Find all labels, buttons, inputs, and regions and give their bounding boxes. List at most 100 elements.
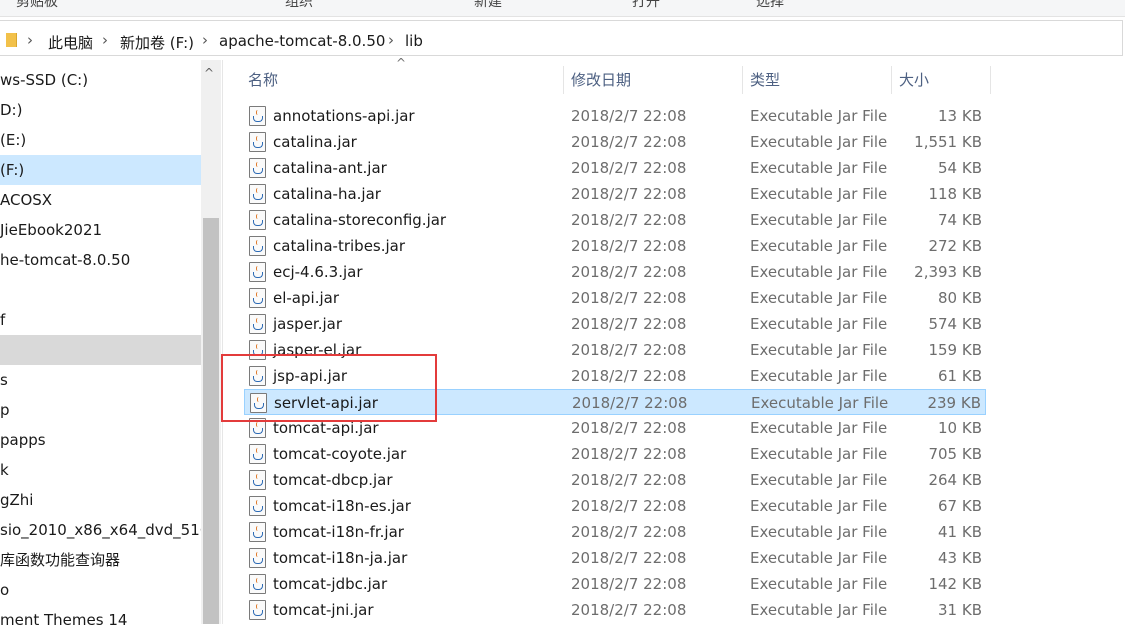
ribbon-new-label: 新建 [474, 0, 502, 10]
column-header-name[interactable]: 名称 [248, 64, 278, 96]
ribbon-select-label: 选择 [756, 0, 784, 10]
nav-item[interactable]: ACOSX [0, 185, 201, 215]
navigation-pane[interactable]: ws-SSD (C:) D:) (E:) (F:) ACOSX JieEbook2021 h… [0, 60, 223, 629]
column-header-size[interactable]: 大小 [899, 64, 929, 96]
nav-item[interactable]: s [0, 365, 201, 395]
scroll-thumb[interactable] [203, 218, 219, 624]
file-row[interactable]: catalina-tribes.jar 2018/2/7 22:08 Executa… [244, 233, 986, 259]
nav-item[interactable]: f [0, 305, 201, 335]
file-row[interactable]: tomcat-i18n-es.jar 2018/2/7 22:08 Executab… [244, 493, 986, 519]
file-size: 159 KB [928, 341, 982, 359]
java-jar-icon [249, 470, 266, 490]
file-size: 272 KB [928, 237, 982, 255]
java-jar-icon [249, 184, 266, 204]
file-row[interactable]: tomcat-jni.jar 2018/2/7 22:08 Executable J… [244, 597, 986, 623]
breadcrumb-this-pc[interactable]: 此电脑 [48, 32, 93, 53]
breadcrumb-separator[interactable]: › [202, 31, 208, 49]
ribbon-open-label: 打开 [632, 0, 660, 10]
nav-item[interactable]: (F:) [0, 155, 201, 185]
scroll-up-icon[interactable]: ^ [204, 66, 214, 80]
breadcrumb-separator[interactable]: › [27, 31, 33, 49]
nav-item[interactable]: (E:) [0, 125, 201, 155]
file-name: tomcat-jni.jar [273, 601, 374, 619]
file-name: tomcat-coyote.jar [273, 445, 407, 463]
file-name: el-api.jar [273, 289, 339, 307]
nav-item[interactable]: sio_2010_x86_x64_dvd_5163 [0, 515, 201, 545]
java-jar-icon [249, 548, 266, 568]
nav-scrollbar[interactable]: ^ [201, 60, 221, 624]
file-name: catalina.jar [273, 133, 357, 151]
file-row[interactable]: catalina-ant.jar 2018/2/7 22:08 Executable… [244, 155, 986, 181]
file-size: 31 KB [938, 601, 982, 619]
file-size: 705 KB [928, 445, 982, 463]
file-name: catalina-tribes.jar [273, 237, 406, 255]
file-date: 2018/2/7 22:08 [571, 367, 687, 385]
java-jar-icon [249, 236, 266, 256]
column-divider[interactable] [563, 66, 564, 94]
folder-icon [6, 33, 17, 47]
nav-item[interactable]: ws-SSD (C:) [0, 65, 201, 95]
nav-item[interactable]: JieEbook2021 [0, 215, 201, 245]
sort-ascending-icon: ^ [396, 56, 407, 70]
file-name: tomcat-i18n-es.jar [273, 497, 411, 515]
file-date: 2018/2/7 22:08 [571, 289, 687, 307]
java-jar-icon [249, 496, 266, 516]
file-row[interactable]: tomcat-i18n-ja.jar 2018/2/7 22:08 Executab… [244, 545, 986, 571]
java-jar-icon [249, 106, 266, 126]
nav-item[interactable]: he-tomcat-8.0.50 [0, 245, 201, 275]
file-date: 2018/2/7 22:08 [571, 497, 687, 515]
nav-item[interactable]: k [0, 455, 201, 485]
file-row[interactable]: el-api.jar 2018/2/7 22:08 Executable Jar F… [244, 285, 986, 311]
breadcrumb-separator[interactable]: › [388, 31, 394, 49]
file-row[interactable]: catalina-storeconfig.jar 2018/2/7 22:08 Ex… [244, 207, 986, 233]
file-row[interactable]: jasper.jar 2018/2/7 22:08 Executable Jar F… [244, 311, 986, 337]
breadcrumb-lib[interactable]: lib [405, 32, 423, 50]
file-date: 2018/2/7 22:08 [571, 133, 687, 151]
file-date: 2018/2/7 22:08 [571, 523, 687, 541]
file-size: 574 KB [928, 315, 982, 333]
file-name: tomcat-i18n-fr.jar [273, 523, 404, 541]
file-size: 264 KB [928, 471, 982, 489]
java-jar-icon [249, 262, 266, 282]
file-row[interactable]: annotations-api.jar 2018/2/7 22:08 Executa… [244, 103, 986, 129]
nav-item[interactable] [0, 275, 201, 305]
file-name: tomcat-dbcp.jar [273, 471, 393, 489]
nav-item[interactable]: 库函数功能查询器 [0, 545, 201, 575]
column-divider[interactable] [891, 66, 892, 94]
column-header-type[interactable]: 类型 [750, 64, 780, 96]
column-header-date[interactable]: 修改日期 [571, 64, 631, 96]
file-row[interactable]: tomcat-coyote.jar 2018/2/7 22:08 Executabl… [244, 441, 986, 467]
address-box[interactable]: › 此电脑 › 新加卷 (F:) › apache-tomcat-8.0.50 … [0, 20, 1123, 56]
file-date: 2018/2/7 22:08 [571, 107, 687, 125]
java-jar-icon [249, 314, 266, 334]
nav-item[interactable]: o [0, 575, 201, 605]
breadcrumb-tomcat[interactable]: apache-tomcat-8.0.50 [219, 32, 385, 50]
file-row[interactable]: tomcat-i18n-fr.jar 2018/2/7 22:08 Executab… [244, 519, 986, 545]
file-row[interactable]: ecj-4.6.3.jar 2018/2/7 22:08 Executable Ja… [244, 259, 986, 285]
breadcrumb-separator[interactable]: › [102, 31, 108, 49]
breadcrumb-drive-f[interactable]: 新加卷 (F:) [120, 32, 194, 53]
file-name: annotations-api.jar [273, 107, 415, 125]
file-name: catalina-storeconfig.jar [273, 211, 447, 229]
nav-item[interactable]: gZhi [0, 485, 201, 515]
nav-item[interactable]: papps [0, 425, 201, 455]
nav-item[interactable]: p [0, 395, 201, 425]
file-row[interactable]: catalina.jar 2018/2/7 22:08 Executable Jar… [244, 129, 986, 155]
file-size: 1,551 KB [914, 133, 982, 151]
file-size: 41 KB [938, 523, 982, 541]
column-divider[interactable] [990, 66, 991, 94]
file-date: 2018/2/7 22:08 [571, 549, 687, 567]
file-date: 2018/2/7 22:08 [571, 185, 687, 203]
column-divider[interactable] [742, 66, 743, 94]
nav-item[interactable] [0, 335, 201, 365]
address-bar[interactable]: › 此电脑 › 新加卷 (F:) › apache-tomcat-8.0.50 … [0, 18, 1125, 58]
file-size: 2,393 KB [914, 263, 982, 281]
java-jar-icon [249, 210, 266, 230]
nav-item[interactable]: D:) [0, 95, 201, 125]
nav-item[interactable]: ment Themes 14 [0, 605, 201, 635]
file-name: catalina-ha.jar [273, 185, 381, 203]
file-date: 2018/2/7 22:08 [571, 575, 687, 593]
file-row[interactable]: catalina-ha.jar 2018/2/7 22:08 Executable … [244, 181, 986, 207]
file-row[interactable]: tomcat-jdbc.jar 2018/2/7 22:08 Executable … [244, 571, 986, 597]
file-row[interactable]: tomcat-dbcp.jar 2018/2/7 22:08 Executable … [244, 467, 986, 493]
